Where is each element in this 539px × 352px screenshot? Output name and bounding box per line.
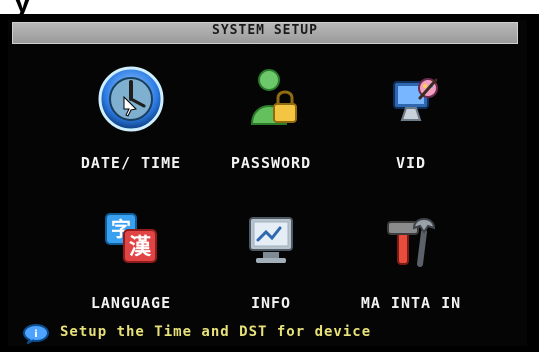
clock-icon (96, 64, 166, 134)
window-title: SYSTEM SETUP (12, 22, 518, 44)
system-setup-panel: SYSTEM SETUP DATE/ TIME PASSWORD VID 字 漢… (0, 14, 539, 352)
menu-item-label: VID (395, 154, 427, 172)
tools-icon (376, 204, 446, 274)
right-edge-border (529, 14, 539, 352)
menu-item-vid[interactable]: VID (326, 64, 496, 174)
speech-bubble-icon: i (23, 324, 49, 344)
user-lock-icon (236, 64, 306, 134)
status-bar: i Setup the Time and DST for device (22, 324, 512, 344)
svg-text:漢: 漢 (129, 234, 152, 260)
info-monitor-icon (236, 204, 306, 274)
language-icon: 字 漢 (96, 204, 166, 274)
system-setup-menu: SYSTEM SETUP DATE/ TIME PASSWORD VID 字 漢… (8, 20, 527, 346)
menu-item-label: MA INTA IN (360, 294, 462, 312)
status-text: Setup the Time and DST for device (60, 324, 372, 340)
display-palette-icon (376, 64, 446, 134)
menu-item-maintain[interactable]: MA INTA IN (326, 204, 496, 314)
svg-text:i: i (34, 329, 37, 340)
